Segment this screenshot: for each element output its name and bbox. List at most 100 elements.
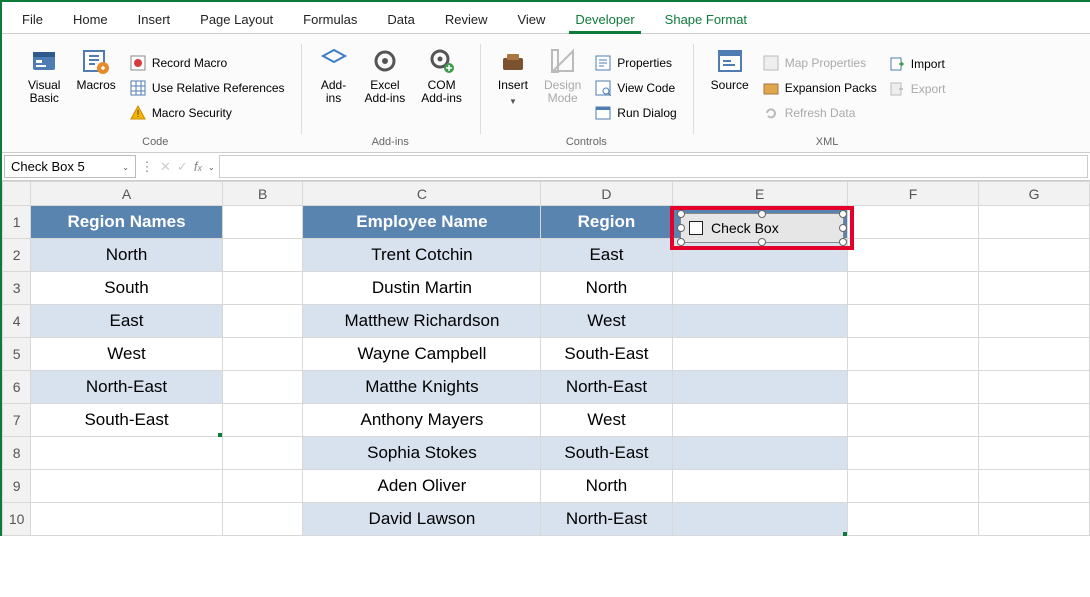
tab-home[interactable]: Home xyxy=(59,6,122,33)
col-header-B[interactable]: B xyxy=(222,182,303,206)
cell-B3[interactable] xyxy=(222,272,303,305)
row-header-9[interactable]: 9 xyxy=(3,470,31,503)
cell-D3[interactable]: North xyxy=(541,272,672,305)
cell-E10[interactable] xyxy=(672,503,847,536)
properties-button[interactable]: Properties xyxy=(593,53,678,73)
cell-G10[interactable] xyxy=(979,503,1090,536)
record-macro-button[interactable]: Record Macro xyxy=(128,53,287,73)
cell-D8[interactable]: South-East xyxy=(541,437,672,470)
cell-D6[interactable]: North-East xyxy=(541,371,672,404)
cell-C4[interactable]: Matthew Richardson xyxy=(303,305,541,338)
row-header-1[interactable]: 1 xyxy=(3,206,31,239)
cell-E5[interactable] xyxy=(672,338,847,371)
xml-import-button[interactable]: Import xyxy=(887,54,948,74)
row-header-10[interactable]: 10 xyxy=(3,503,31,536)
cell-E4[interactable] xyxy=(672,305,847,338)
design-mode-button[interactable]: Design Mode xyxy=(536,42,589,134)
cell-F3[interactable] xyxy=(847,272,978,305)
cell-C6[interactable]: Matthe Knights xyxy=(303,371,541,404)
tab-formulas[interactable]: Formulas xyxy=(289,6,371,33)
expansion-packs-button[interactable]: Expansion Packs xyxy=(761,78,879,98)
cell-B6[interactable] xyxy=(222,371,303,404)
col-header-G[interactable]: G xyxy=(979,182,1090,206)
addins-button[interactable]: Add- ins xyxy=(311,42,357,134)
cell-A7[interactable]: South-East xyxy=(31,404,223,437)
cell-G6[interactable] xyxy=(979,371,1090,404)
tab-data[interactable]: Data xyxy=(373,6,428,33)
col-header-E[interactable]: E xyxy=(672,182,847,206)
cell-D1[interactable]: Region xyxy=(541,206,672,239)
row-header-5[interactable]: 5 xyxy=(3,338,31,371)
cell-A3[interactable]: South xyxy=(31,272,223,305)
run-dialog-button[interactable]: Run Dialog xyxy=(593,103,678,123)
cell-C5[interactable]: Wayne Campbell xyxy=(303,338,541,371)
cell-E6[interactable] xyxy=(672,371,847,404)
tab-view[interactable]: View xyxy=(503,6,559,33)
cell-A1[interactable]: Region Names xyxy=(31,206,223,239)
cell-E8[interactable] xyxy=(672,437,847,470)
macros-button[interactable]: Macros xyxy=(68,42,123,134)
cell-D10[interactable]: North-East xyxy=(541,503,672,536)
cell-G2[interactable] xyxy=(979,239,1090,272)
cell-C8[interactable]: Sophia Stokes xyxy=(303,437,541,470)
visual-basic-button[interactable]: Visual Basic xyxy=(20,42,68,134)
select-all-corner[interactable] xyxy=(3,182,31,206)
cell-A5[interactable]: West xyxy=(31,338,223,371)
cell-E3[interactable] xyxy=(672,272,847,305)
cell-C2[interactable]: Trent Cotchin xyxy=(303,239,541,272)
cell-B4[interactable] xyxy=(222,305,303,338)
row-header-8[interactable]: 8 xyxy=(3,437,31,470)
col-header-D[interactable]: D xyxy=(541,182,672,206)
cell-A9[interactable] xyxy=(31,470,223,503)
cell-G8[interactable] xyxy=(979,437,1090,470)
cell-F7[interactable] xyxy=(847,404,978,437)
chevron-down-icon[interactable]: ⌄ xyxy=(122,161,129,172)
chevron-down-icon[interactable]: ⌄ xyxy=(208,161,215,172)
cell-B1[interactable] xyxy=(222,206,303,239)
cell-G4[interactable] xyxy=(979,305,1090,338)
tab-developer[interactable]: Developer xyxy=(561,6,648,33)
cell-G1[interactable] xyxy=(979,206,1090,239)
refresh-data-button[interactable]: Refresh Data xyxy=(761,103,879,123)
cell-B10[interactable] xyxy=(222,503,303,536)
cell-G9[interactable] xyxy=(979,470,1090,503)
cell-G5[interactable] xyxy=(979,338,1090,371)
cell-E7[interactable] xyxy=(672,404,847,437)
row-header-7[interactable]: 7 xyxy=(3,404,31,437)
excel-addins-button[interactable]: Excel Add-ins xyxy=(357,42,414,134)
tab-shape-format[interactable]: Shape Format xyxy=(651,6,761,33)
map-properties-button[interactable]: Map Properties xyxy=(761,53,879,73)
macro-security-button[interactable]: ! Macro Security xyxy=(128,103,287,123)
cell-D2[interactable]: East xyxy=(541,239,672,272)
cell-A4[interactable]: East xyxy=(31,305,223,338)
xml-source-button[interactable]: Source xyxy=(703,42,757,134)
cell-D7[interactable]: West xyxy=(541,404,672,437)
cell-F1[interactable] xyxy=(847,206,978,239)
cell-C7[interactable]: Anthony Mayers xyxy=(303,404,541,437)
cell-F5[interactable] xyxy=(847,338,978,371)
cell-A2[interactable]: North xyxy=(31,239,223,272)
com-addins-button[interactable]: COM Add-ins xyxy=(413,42,470,134)
row-header-3[interactable]: 3 xyxy=(3,272,31,305)
row-header-6[interactable]: 6 xyxy=(3,371,31,404)
row-header-4[interactable]: 4 xyxy=(3,305,31,338)
cell-F2[interactable] xyxy=(847,239,978,272)
cell-C1[interactable]: Employee Name xyxy=(303,206,541,239)
tab-review[interactable]: Review xyxy=(431,6,502,33)
cell-G3[interactable] xyxy=(979,272,1090,305)
cell-D5[interactable]: South-East xyxy=(541,338,672,371)
formula-input[interactable] xyxy=(219,155,1088,178)
cell-B5[interactable] xyxy=(222,338,303,371)
use-relative-references-button[interactable]: Use Relative References xyxy=(128,78,287,98)
cell-F6[interactable] xyxy=(847,371,978,404)
col-header-A[interactable]: A xyxy=(31,182,223,206)
cell-C10[interactable]: David Lawson xyxy=(303,503,541,536)
sheet-table[interactable]: ABCDEFG1Region NamesEmployee NameRegionT… xyxy=(2,181,1090,536)
cell-B8[interactable] xyxy=(222,437,303,470)
view-code-button[interactable]: View Code xyxy=(593,78,678,98)
cell-F10[interactable] xyxy=(847,503,978,536)
cell-F4[interactable] xyxy=(847,305,978,338)
cell-F9[interactable] xyxy=(847,470,978,503)
insert-controls-button[interactable]: Insert ▼ xyxy=(490,42,536,134)
cell-A10[interactable] xyxy=(31,503,223,536)
